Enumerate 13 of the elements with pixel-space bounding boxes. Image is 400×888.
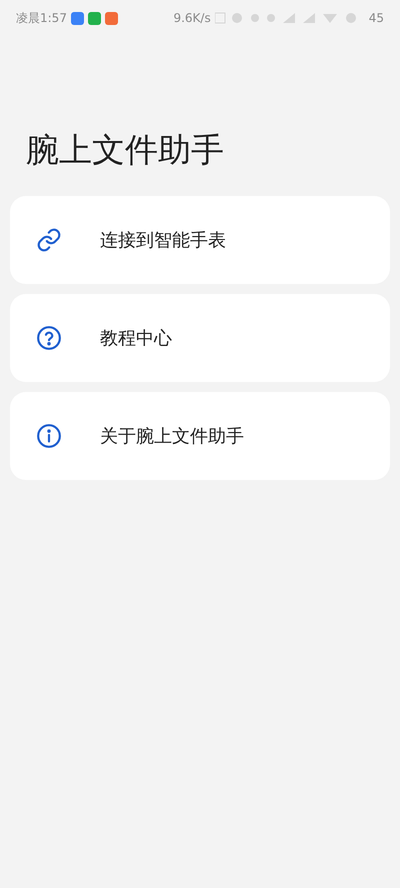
battery-level: 45 (368, 10, 384, 27)
menu-item[interactable]: 教程中心 (10, 294, 390, 382)
menu-item[interactable]: 关于腕上文件助手 (10, 392, 390, 480)
status-time: 凌晨1:57 (16, 10, 67, 27)
link-icon (36, 227, 62, 253)
shop-notification-icon (104, 12, 118, 24)
info-icon (36, 423, 62, 449)
app-notification-icon (70, 12, 84, 24)
network-speed: 9.6K/s (173, 10, 211, 27)
help-icon (36, 325, 62, 351)
menu-item[interactable]: 连接到智能手表 (10, 196, 390, 284)
page-title: 腕上文件助手 (26, 129, 225, 171)
chat-notification-icon (88, 12, 101, 24)
